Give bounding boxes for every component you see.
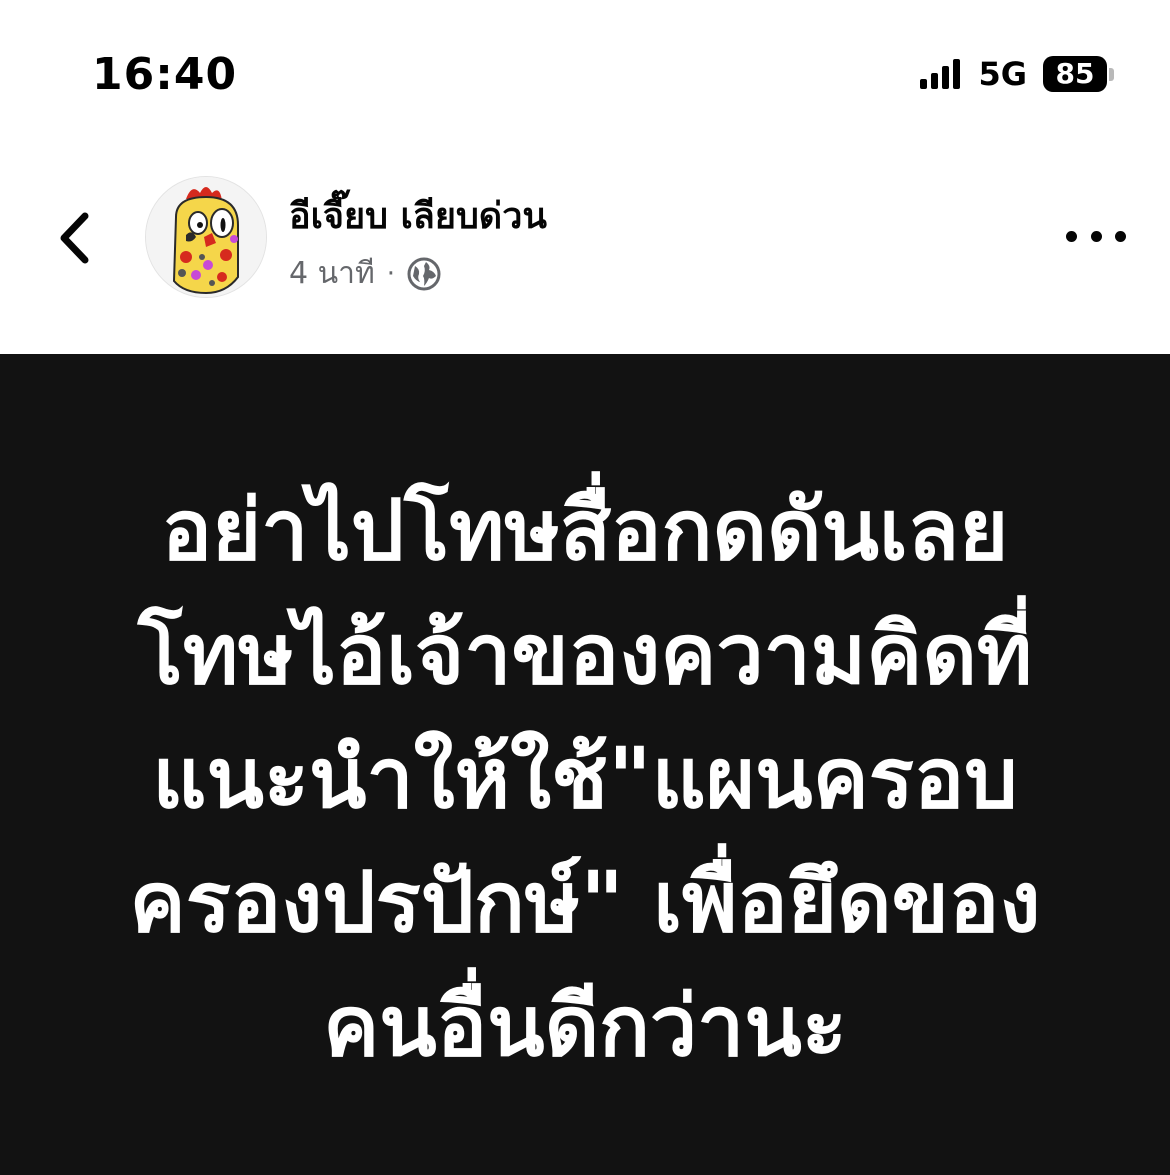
globe-icon[interactable] [407, 257, 441, 291]
post-text: อย่าไปโทษสื่อกดดันเลย โทษไอ้เจ้าของความค… [0, 468, 1170, 1088]
post-text-line: คนอื่นดีกว่านะ [323, 977, 847, 1075]
chevron-left-icon [60, 212, 89, 264]
post-screen: 16:40 5G 85 อีเจี๊ยบ เลียบด่วน 4 นาที · … [0, 0, 1170, 1175]
more-options-button[interactable] [1066, 214, 1126, 258]
author-name[interactable]: อีเจี๊ยบ เลียบด่วน [289, 193, 547, 241]
post-text-background[interactable]: อย่าไปโทษสื่อกดดันเลย โทษไอ้เจ้าของความค… [0, 354, 1170, 1175]
back-button[interactable] [44, 200, 104, 276]
cellular-signal-icon [920, 59, 964, 89]
meta-separator: · [386, 259, 396, 289]
more-dot-icon [1115, 230, 1126, 242]
post-text-line: โทษไอ้เจ้าของความคิดที่ [137, 605, 1033, 703]
status-indicators: 5G 85 [920, 54, 1114, 94]
avatar-cartoon-chick-icon [146, 177, 266, 297]
more-dot-icon [1066, 230, 1077, 242]
post-text-line: แนะนำให้ใช้"แผนครอบ [152, 729, 1018, 827]
network-type: 5G [978, 55, 1027, 93]
more-dot-icon [1090, 230, 1102, 242]
post-timestamp[interactable]: 4 นาที [289, 252, 375, 296]
battery-icon: 85 [1043, 56, 1114, 92]
status-time: 16:40 [92, 49, 238, 100]
author-avatar[interactable] [145, 176, 267, 298]
post-text-line: ครองปรปักษ์" เพื่อยึดของ [129, 853, 1041, 951]
post-text-line: อย่าไปโทษสื่อกดดันเลย [161, 481, 1009, 579]
post-meta: 4 นาที · [289, 252, 441, 296]
battery-level: 85 [1043, 56, 1107, 92]
battery-tip [1109, 67, 1114, 81]
